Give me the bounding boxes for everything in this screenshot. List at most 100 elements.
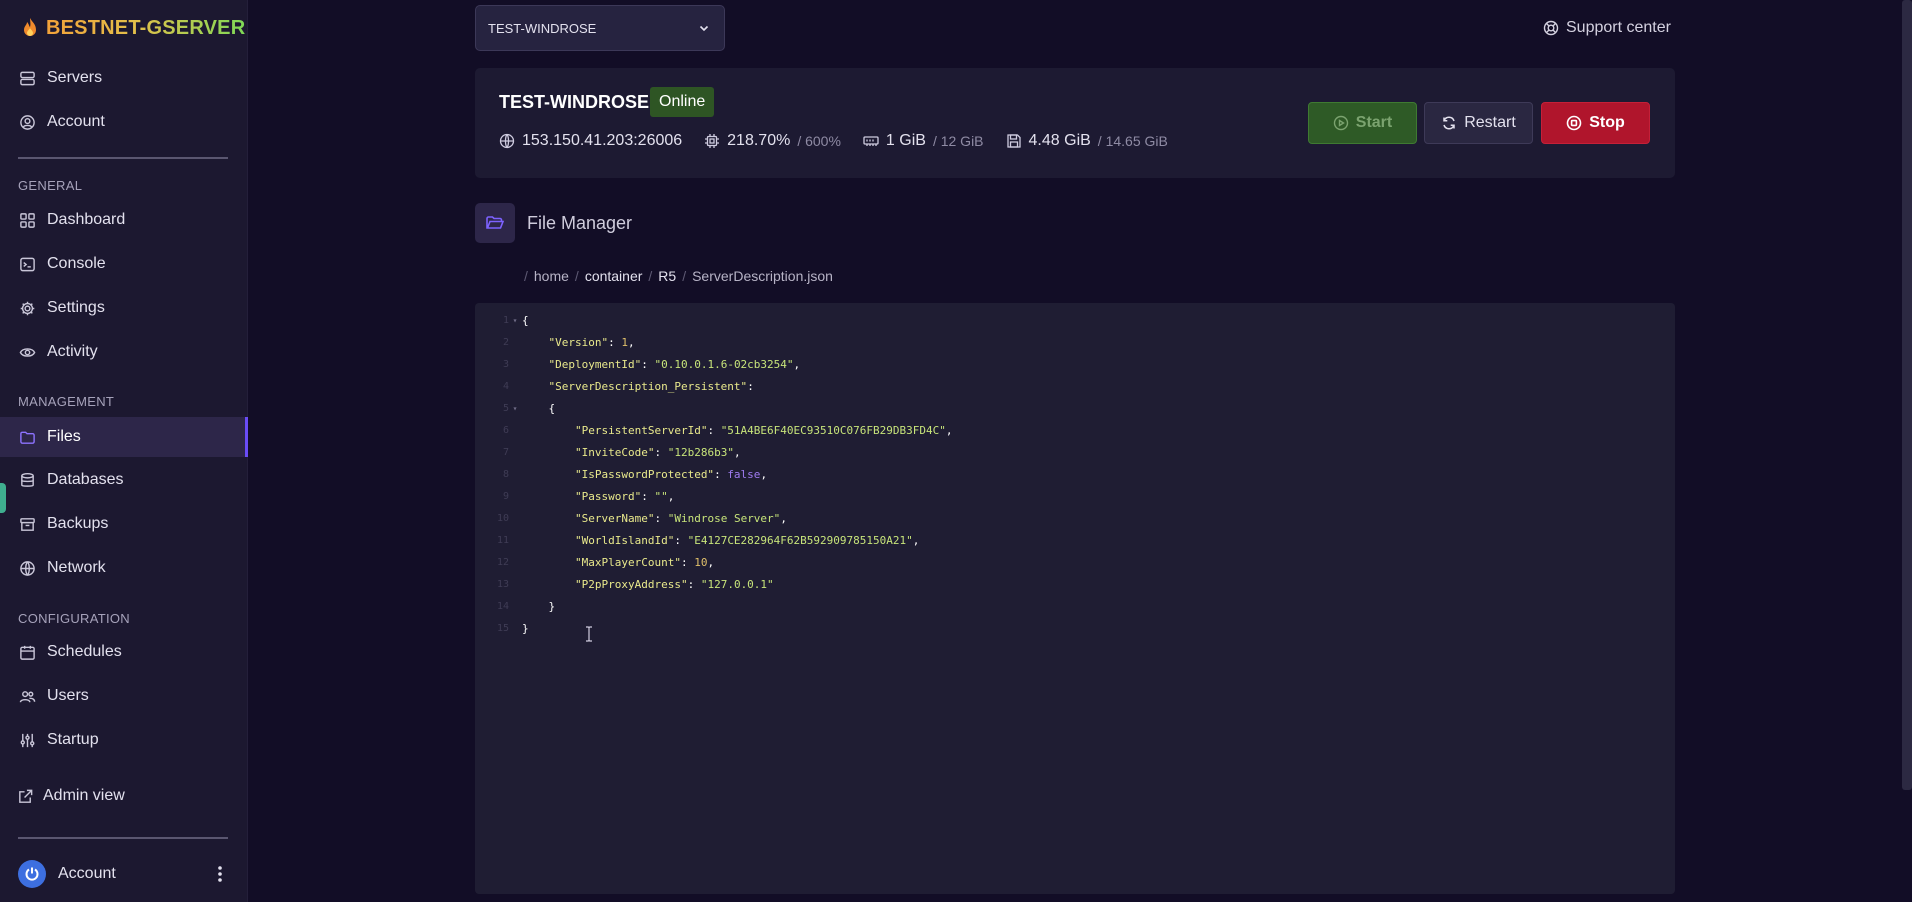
avatar[interactable] — [18, 860, 46, 888]
sidebar-item-databases[interactable]: Databases — [0, 461, 248, 499]
breadcrumb: / home / container / R5 / ServerDescript… — [524, 268, 833, 284]
line-number: 12 — [496, 556, 509, 568]
sidebar-item-account[interactable]: Account — [0, 103, 248, 141]
server-icon — [20, 71, 35, 85]
sidebar: BESTNET-GSERVER Servers Account GENERAL … — [0, 0, 248, 902]
code-text: "IsPasswordProtected": false, — [574, 467, 768, 481]
restart-button[interactable]: Restart — [1424, 102, 1533, 144]
sidebar-item-dashboard[interactable]: Dashboard — [0, 201, 248, 239]
server-name: TEST-WINDROSE — [499, 92, 650, 112]
server-select-dropdown[interactable]: TEST-WINDROSE — [475, 5, 725, 51]
line-number: 14 — [496, 600, 509, 612]
code-line[interactable]: 7 "InviteCode": "12b286b3", — [475, 441, 1675, 463]
play-circle-icon — [1333, 115, 1348, 131]
brand-logo[interactable]: BESTNET-GSERVER — [18, 14, 245, 42]
code-line[interactable]: 3 "DeploymentId": "0.10.0.1.6-02cb3254", — [475, 353, 1675, 375]
sidebar-footer-divider — [18, 837, 228, 839]
fold-arrow-icon[interactable]: ▾ — [509, 316, 521, 325]
more-options-icon[interactable] — [210, 862, 230, 886]
sidebar-item-label: Network — [47, 559, 106, 576]
account-footer-label[interactable]: Account — [58, 865, 198, 883]
sidebar-item-files[interactable]: Files — [0, 417, 248, 457]
archive-icon — [20, 517, 35, 531]
sidebar-item-label: Account — [47, 113, 105, 130]
terminal-icon — [20, 257, 35, 271]
code-line[interactable]: 10 "ServerName": "Windrose Server", — [475, 507, 1675, 529]
restart-button-label: Restart — [1464, 114, 1516, 131]
address-value: 153.150.41.203:26006 — [522, 132, 683, 149]
sidebar-item-label: Databases — [47, 471, 124, 488]
globe-icon — [499, 133, 515, 149]
breadcrumb-separator: / — [574, 268, 579, 284]
brand-name: BESTNET-GSERVER — [46, 16, 246, 39]
code-line[interactable]: 15} — [475, 617, 1675, 639]
code-text: "P2pProxyAddress": "127.0.0.1" — [574, 577, 774, 591]
sidebar-edge-handle[interactable] — [0, 483, 6, 513]
sidebar-item-servers[interactable]: Servers — [0, 59, 248, 97]
code-line[interactable]: 12 "MaxPlayerCount": 10, — [475, 551, 1675, 573]
sidebar-item-label: Schedules — [47, 643, 122, 660]
save-disk-icon — [1006, 134, 1021, 148]
breadcrumb-container[interactable]: container — [585, 268, 643, 284]
code-line[interactable]: 6 "PersistentServerId": "51A4BE6F40EC935… — [475, 419, 1675, 441]
start-button[interactable]: Start — [1308, 102, 1417, 144]
text-cursor-icon — [586, 626, 592, 642]
flame-logo-icon — [24, 18, 36, 36]
calendar-icon — [20, 645, 35, 660]
code-text: "DeploymentId": "0.10.0.1.6-02cb3254", — [548, 357, 801, 371]
code-line[interactable]: 8 "IsPasswordProtected": false, — [475, 463, 1675, 485]
stat-address[interactable]: 153.150.41.203:26006 — [499, 132, 682, 150]
sidebar-item-console[interactable]: Console — [0, 245, 248, 283]
globe-icon — [20, 560, 35, 576]
breadcrumb-r5[interactable]: R5 — [658, 268, 676, 284]
code-line[interactable]: 1 ▾{ — [475, 309, 1675, 331]
database-icon — [21, 472, 34, 487]
fold-arrow-icon[interactable]: ▾ — [509, 404, 521, 413]
code-text: "Password": "", — [574, 489, 675, 503]
file-manager-icon-box — [475, 203, 515, 243]
sidebar-item-network[interactable]: Network — [0, 549, 248, 587]
code-text: "PersistentServerId": "51A4BE6F40EC93510… — [574, 423, 953, 437]
section-configuration-title: CONFIGURATION — [18, 611, 130, 626]
code-line[interactable]: 9 "Password": "", — [475, 485, 1675, 507]
section-general-title: GENERAL — [18, 178, 83, 193]
power-icon — [25, 867, 39, 881]
stat-memory: 1 GiB / 12 GiB — [863, 132, 984, 150]
code-text: "ServerDescription_Persistent": — [548, 379, 754, 393]
code-text: } — [522, 621, 529, 635]
sidebar-divider — [18, 157, 228, 159]
code-line[interactable]: 11 "WorldIslandId": "E4127CE282964F62B59… — [475, 529, 1675, 551]
code-line[interactable]: 14 } — [475, 595, 1675, 617]
start-button-label: Start — [1355, 114, 1393, 131]
admin-view-link[interactable]: Admin view — [0, 777, 248, 815]
sidebar-item-schedules[interactable]: Schedules — [0, 633, 248, 671]
breadcrumb-separator: / — [524, 268, 528, 284]
sidebar-item-activity[interactable]: Activity — [0, 333, 248, 371]
code-text: } — [522, 599, 556, 613]
support-center-link[interactable]: Support center — [1543, 18, 1671, 38]
sidebar-item-label: Console — [47, 255, 106, 272]
stop-button[interactable]: Stop — [1541, 102, 1650, 144]
sidebar-item-label: Dashboard — [47, 211, 126, 228]
breadcrumb-separator: / — [648, 268, 653, 284]
sidebar-item-label: Settings — [47, 299, 105, 316]
code-line[interactable]: 13 "P2pProxyAddress": "127.0.0.1" — [475, 573, 1675, 595]
line-number: 2 — [502, 336, 509, 348]
sidebar-item-startup[interactable]: Startup — [0, 721, 248, 759]
code-line[interactable]: 5 ▾ { — [475, 397, 1675, 419]
sidebar-item-label: Backups — [47, 515, 109, 532]
breadcrumb-separator: / — [682, 268, 687, 284]
sidebar-item-backups[interactable]: Backups — [0, 505, 248, 543]
code-line[interactable]: 2 "Version": 1, — [475, 331, 1675, 353]
file-manager-title: File Manager — [527, 213, 633, 233]
code-line[interactable]: 4 "ServerDescription_Persistent": — [475, 375, 1675, 397]
cpu-icon — [705, 134, 720, 148]
sidebar-item-users[interactable]: Users — [0, 677, 248, 715]
disk-value: 4.48 GiB — [1028, 132, 1091, 149]
status-badge: Online — [650, 87, 715, 117]
breadcrumb-home[interactable]: home — [534, 268, 569, 284]
sidebar-item-settings[interactable]: Settings — [0, 289, 248, 327]
code-editor[interactable]: 1 ▾{2 "Version": 1, 3 "DeploymentId": "0.1… — [475, 303, 1675, 894]
page-scrollbar[interactable] — [1902, 0, 1912, 790]
sidebar-item-label: Servers — [47, 69, 103, 86]
